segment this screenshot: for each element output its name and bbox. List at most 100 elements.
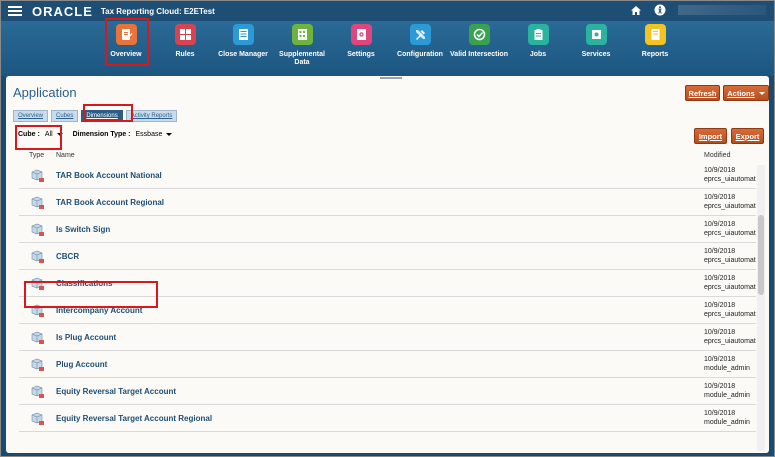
main-panel: Application Refresh Actions Overview Cub…	[6, 76, 769, 453]
nav-label: Services	[581, 51, 611, 58]
modified-date: 10/9/2018	[704, 302, 736, 309]
valid-intersection-icon	[468, 24, 490, 45]
modified-date: 10/9/2018	[704, 410, 736, 417]
dimension-name-link[interactable]: Equity Reversal Target Account Regional	[56, 414, 212, 423]
dimension-name-link[interactable]: Is Switch Sign	[56, 225, 110, 234]
table-header: Type Name Modified	[6, 150, 769, 164]
oracle-logo: ORACLE	[32, 3, 93, 19]
dimension-type-label: Dimension Type	[72, 131, 127, 138]
dimension-type-icon	[29, 223, 45, 242]
home-icon[interactable]	[630, 5, 642, 16]
table-row[interactable]: Is Plug Account 10/9/2018 eprcs_uiautomat	[19, 324, 756, 351]
tab-cubes[interactable]: Cubes	[51, 110, 79, 122]
nav-label: Supplemental Data	[279, 51, 325, 66]
highlight-overview	[105, 18, 149, 66]
hamburger-menu-icon[interactable]	[8, 6, 22, 16]
export-button[interactable]: Export	[731, 128, 764, 144]
modified-cell: 10/9/2018 eprcs_uiautomat	[704, 193, 756, 211]
modified-date: 10/9/2018	[704, 275, 736, 282]
nav-label: Valid Intersection	[450, 51, 508, 58]
app-window: ORACLE Tax Reporting Cloud: E2ETest Over…	[0, 0, 775, 457]
actions-label: Actions	[727, 88, 755, 98]
jobs-icon	[527, 24, 549, 45]
scrollbar-thumb[interactable]	[758, 215, 764, 295]
dimension-type-filter[interactable]: Dimension Type: Essbase	[73, 131, 173, 138]
tab-overview[interactable]: Overview	[13, 110, 49, 122]
dimensions-table: TAR Book Account National 10/9/2018 eprcs_…	[19, 166, 756, 450]
modified-date: 10/9/2018	[704, 194, 736, 201]
table-row[interactable]: Is Switch Sign 10/9/2018 eprcs_uiautomat	[19, 216, 756, 243]
modified-cell: 10/9/2018 module_admin	[704, 382, 750, 400]
modified-date: 10/9/2018	[704, 221, 736, 228]
nav-services[interactable]: Services	[566, 24, 626, 59]
refresh-button[interactable]: Refresh	[685, 85, 720, 101]
dimension-name-link[interactable]: TAR Book Account National	[56, 171, 162, 180]
modified-date: 10/9/2018	[704, 248, 736, 255]
tab-activity-reports[interactable]: Activity Reports	[125, 110, 178, 122]
table-row[interactable]: TAR Book Account National 10/9/2018 eprcs_…	[19, 166, 756, 189]
services-icon	[585, 24, 607, 45]
import-button[interactable]: Import	[694, 128, 727, 144]
dimension-name-link[interactable]: TAR Book Account Regional	[56, 198, 164, 207]
dimension-type-icon	[29, 250, 45, 269]
nav-reports[interactable]: Reports	[625, 24, 685, 59]
modified-by: eprcs_uiautomat	[704, 230, 756, 237]
highlight-cube-filter	[15, 125, 62, 150]
reports-icon	[644, 24, 666, 45]
table-row[interactable]: CBCR 10/9/2018 eprcs_uiautomat	[19, 243, 756, 270]
table-scrollbar[interactable]	[757, 165, 765, 451]
modified-by: eprcs_uiautomat	[704, 311, 756, 318]
modified-date: 10/9/2018	[704, 356, 736, 363]
modified-by: eprcs_uiautomat	[704, 257, 756, 264]
nav-valid-intersection[interactable]: Valid Intersection	[449, 24, 509, 59]
dimension-type-icon	[29, 331, 45, 350]
accessibility-icon[interactable]	[654, 4, 666, 16]
dimension-name-link[interactable]: CBCR	[56, 252, 79, 261]
close-manager-icon	[232, 24, 254, 45]
rules-icon	[174, 24, 196, 45]
supplemental-data-icon	[291, 24, 313, 45]
modified-cell: 10/9/2018 eprcs_uiautomat	[704, 220, 756, 238]
modified-by: eprcs_uiautomat	[704, 338, 756, 345]
modified-cell: 10/9/2018 eprcs_uiautomat	[704, 301, 756, 319]
nav-settings[interactable]: Settings	[331, 24, 391, 59]
nav-label: Jobs	[529, 51, 547, 58]
column-name[interactable]: Name	[56, 152, 75, 159]
user-menu[interactable]	[678, 5, 766, 15]
table-row[interactable]: TAR Book Account Regional 10/9/2018 eprcs_…	[19, 189, 756, 216]
top-bar-icons	[630, 4, 766, 16]
configuration-icon	[409, 24, 431, 45]
panel-drag-handle[interactable]	[380, 77, 402, 79]
nav-configuration[interactable]: Configuration	[390, 24, 450, 59]
nav-jobs[interactable]: Jobs	[508, 24, 568, 59]
modified-cell: 10/9/2018 module_admin	[704, 409, 750, 427]
nav-label: Reports	[641, 51, 669, 58]
nav-supplemental-data[interactable]: Supplemental Data	[272, 24, 332, 67]
nav-close-manager[interactable]: Close Manager	[213, 24, 273, 59]
modified-cell: 10/9/2018 module_admin	[704, 355, 750, 373]
chevron-down-icon	[758, 91, 765, 95]
nav-rules[interactable]: Rules	[155, 24, 215, 59]
column-modified[interactable]: Modified	[704, 152, 730, 159]
modified-cell: 10/9/2018 eprcs_uiautomat	[704, 247, 756, 265]
highlight-classifications-row	[24, 281, 158, 308]
modified-cell: 10/9/2018 eprcs_uiautomat	[704, 166, 756, 184]
nav-label: Close Manager	[218, 51, 268, 58]
column-type[interactable]: Type	[29, 152, 44, 159]
table-row[interactable]: Plug Account 10/9/2018 module_admin	[19, 351, 756, 378]
page-title: Application	[13, 85, 77, 100]
modified-by: module_admin	[704, 419, 750, 426]
dimension-type-icon	[29, 358, 45, 377]
modified-date: 10/9/2018	[704, 329, 736, 336]
table-row[interactable]: Equity Reversal Target Account 10/9/2018 m…	[19, 378, 756, 405]
modified-cell: 10/9/2018 eprcs_uiautomat	[704, 328, 756, 346]
dimension-type-value: Essbase	[135, 131, 163, 138]
modified-date: 10/9/2018	[704, 167, 736, 174]
dimension-name-link[interactable]: Plug Account	[56, 360, 107, 369]
actions-button[interactable]: Actions	[723, 85, 769, 101]
dimension-name-link[interactable]: Equity Reversal Target Account	[56, 387, 176, 396]
dimension-type-icon	[29, 169, 45, 188]
nav-label: Settings	[347, 51, 375, 58]
table-row[interactable]: Equity Reversal Target Account Regional 1…	[19, 405, 756, 432]
dimension-name-link[interactable]: Is Plug Account	[56, 333, 116, 342]
